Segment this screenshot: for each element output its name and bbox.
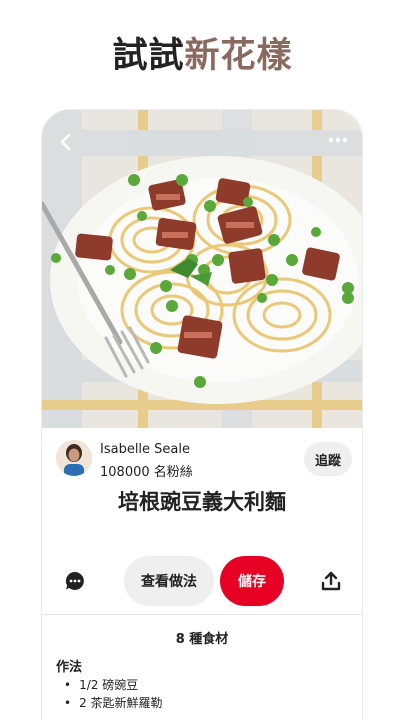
divider <box>42 614 362 615</box>
more-horizontal-icon[interactable] <box>328 136 348 144</box>
author-row: Isabelle Seale 108000 名粉絲 追蹤 <box>56 440 352 480</box>
ingredient-list: 1/2 磅豌豆 2 茶匙新鮮羅勒 <box>64 676 163 712</box>
pin-title: 培根豌豆義大利麵 <box>118 490 286 514</box>
follower-count: 108000 名粉絲 <box>100 465 193 480</box>
promo-headline: 試試新花樣 <box>0 34 405 78</box>
share-icon[interactable] <box>320 570 342 592</box>
list-item: 2 茶匙新鮮羅勒 <box>64 694 162 712</box>
pin-image <box>42 110 362 428</box>
comment-icon[interactable] <box>64 570 86 592</box>
author-name[interactable]: Isabelle Seale <box>100 442 190 457</box>
view-recipe-button[interactable]: 查看做法 <box>124 556 214 606</box>
method-heading: 作法 <box>56 660 83 675</box>
list-item: 1/2 磅豌豆 <box>64 676 163 694</box>
follow-button[interactable]: 追蹤 <box>304 442 352 476</box>
avatar[interactable] <box>56 440 92 476</box>
action-bar: 查看做法 儲存 <box>42 554 362 610</box>
headline-part-1: 試試 <box>112 36 185 76</box>
headline-part-2: 新花樣 <box>184 36 293 76</box>
chevron-left-icon[interactable] <box>56 132 76 152</box>
save-button[interactable]: 儲存 <box>220 556 284 606</box>
ingredients-count: 8 種食材 <box>175 632 229 647</box>
phone-screen: Isabelle Seale 108000 名粉絲 追蹤 培根豌豆義大利麵 查看… <box>42 110 362 720</box>
